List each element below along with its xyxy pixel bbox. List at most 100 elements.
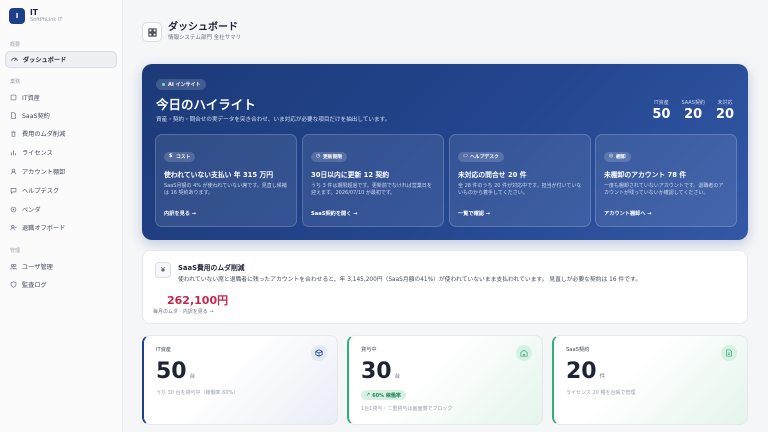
stat-saas-contracts: SAAS契約 20 bbox=[681, 100, 705, 122]
brand-logo: I bbox=[9, 8, 25, 24]
users-icon bbox=[10, 263, 17, 270]
nav-section-business: 業務 bbox=[10, 79, 21, 85]
sidebar-item-label: SaaS契約 bbox=[22, 113, 50, 120]
brand-subtitle: SoftPhLink IT bbox=[30, 17, 63, 23]
tag-inventory: ◎ 棚卸 bbox=[604, 151, 631, 162]
sidebar-item-cost-reduction[interactable]: 費用のムダ削減 bbox=[5, 125, 117, 142]
sidebar-item-label: アカウント棚卸 bbox=[22, 169, 66, 176]
sidebar-item-offboarding[interactable]: 退職オフボード bbox=[5, 219, 117, 236]
tag-helpdesk: ▭ ヘルプデスク bbox=[458, 151, 504, 162]
tag-cost: $ コスト bbox=[164, 151, 196, 162]
insight-card-renewal: ◷ 更新期限 30日以内に更新 12 契約 うち 3 件は期限超過です。更新前でな… bbox=[302, 134, 444, 227]
tag-renewal: ◷ 更新期限 bbox=[311, 151, 348, 162]
sidebar-item-helpdesk[interactable]: ヘルプデスク bbox=[5, 182, 117, 199]
dashboard-icon bbox=[11, 56, 18, 63]
sidebar-item-label: IT資産 bbox=[22, 95, 40, 102]
sidebar-item-label: 監査ログ bbox=[22, 282, 47, 289]
nav-section-admin: 管理 bbox=[10, 248, 21, 254]
insight-card-body: 全 28 件のうち 20 件が対応中です。担当が付いていないものから着手してくだ… bbox=[458, 182, 582, 197]
document-icon bbox=[10, 112, 17, 119]
sidebar-item-vendors[interactable]: ベンダ bbox=[5, 201, 117, 218]
ticket-icon: ▭ bbox=[463, 153, 468, 159]
nav-section-overview: 概要 bbox=[10, 42, 21, 48]
insight-card-body: うち 3 件は期限超過です。更新前でなければ営業日を迎えます。2026/07/1… bbox=[311, 182, 432, 197]
insight-card-title: 未棚卸のアカウント 78 件 bbox=[604, 170, 687, 179]
sidebar-item-licenses[interactable]: ライセンス bbox=[5, 144, 117, 161]
brand[interactable]: I IT SoftPhLink IT bbox=[9, 8, 62, 24]
status-dot-icon bbox=[162, 83, 165, 86]
helpdesk-icon bbox=[10, 187, 17, 194]
offboard-icon bbox=[10, 224, 17, 231]
insight-card-title: 30日以内に更新 12 契約 bbox=[311, 170, 390, 179]
sidebar-item-it-assets[interactable]: IT資産 bbox=[5, 89, 117, 106]
sidebar-item-label: ライセンス bbox=[22, 150, 53, 157]
insight-card-cost: $ コスト 使われていない支払い 年 315 万円 SaaS月額の 4% が使われ… bbox=[155, 134, 297, 227]
highlight-stats: IT資産 50 SAAS契約 20 未対応 20 bbox=[641, 99, 734, 123]
inventory-icon: ◎ bbox=[609, 153, 614, 159]
insight-card-body: SaaS月額の 4% が使われていない席です。見直し候補は 16 契約あります。 bbox=[164, 182, 287, 197]
stat-unresolved: 未対応 20 bbox=[715, 100, 734, 122]
saas-cost-title: SaaS費用のムダ削減 bbox=[178, 264, 245, 272]
kpi-card-it-assets[interactable]: IT資産 50 台 うち 30 台を貸与中（稼働率 60%） bbox=[142, 335, 338, 425]
trend-up-icon: ↗ bbox=[366, 392, 371, 398]
view-list-link[interactable]: 一覧で確認 → bbox=[458, 210, 490, 217]
grid-icon bbox=[142, 22, 162, 42]
monthly-waste-amount: 262,100円 bbox=[167, 294, 229, 307]
cube-icon bbox=[311, 345, 327, 361]
insight-card-body: 一度も棚卸されていないアカウントです。退職者のアカウントが残っていないか確認して… bbox=[604, 182, 724, 197]
insight-card-inventory: ◎ 棚卸 未棚卸のアカウント 78 件 一度も棚卸されていないアカウントです。退職… bbox=[595, 134, 737, 227]
kpi-unit: 件 bbox=[599, 374, 606, 380]
brand-name: IT bbox=[30, 8, 38, 17]
insight-card-title: 使われていない支払い 年 315 万円 bbox=[164, 170, 274, 179]
account-inventory-link[interactable]: アカウント棚卸へ → bbox=[604, 210, 652, 217]
kpi-unit: 台 bbox=[189, 374, 196, 380]
utilization-badge: ↗ 60% 稼働率 bbox=[361, 390, 406, 400]
saas-cost-description: 使われていない席と退職者に残ったアカウントを合わせると、年 3,145,200円… bbox=[178, 277, 642, 283]
kpi-value: 50 bbox=[156, 359, 187, 384]
kpi-value: 20 bbox=[566, 359, 597, 384]
sidebar-item-label: ダッシュボード bbox=[23, 57, 67, 64]
open-saas-contracts-link[interactable]: SaaS契約を開く → bbox=[311, 210, 358, 217]
audit-icon bbox=[10, 281, 17, 288]
kpi-note: ライセンス 20 種を台帳で管理 bbox=[566, 390, 636, 396]
sidebar-item-label: ユーザ管理 bbox=[22, 264, 53, 271]
stat-it-assets: IT資産 50 bbox=[652, 100, 671, 122]
page-title: ダッシュボード bbox=[168, 22, 238, 33]
trash-icon bbox=[10, 130, 17, 137]
sidebar: I IT SoftPhLink IT 概要 ダッシュボード 業務 IT資産 Sa… bbox=[0, 0, 123, 432]
saas-cost-panel: ¥ SaaS費用のムダ削減 使われていない席と退職者に残ったアカウントを合わせる… bbox=[142, 250, 748, 324]
kpi-card-saas-contracts[interactable]: SaaS契約 20 件 ライセンス 20 種を台帳で管理 bbox=[552, 335, 748, 425]
clock-icon: ◷ bbox=[316, 153, 321, 159]
asset-icon bbox=[10, 94, 17, 101]
sidebar-item-audit-log[interactable]: 監査ログ bbox=[5, 276, 117, 293]
kpi-unit: 台 bbox=[394, 374, 401, 380]
ai-insight-badge: AI インサイト bbox=[156, 79, 207, 90]
sidebar-item-dashboard[interactable]: ダッシュボード bbox=[5, 51, 117, 68]
yen-icon: ¥ bbox=[155, 262, 171, 278]
page-subtitle: 情報システム部門 全社サマリ bbox=[168, 35, 242, 41]
insight-card-helpdesk: ▭ ヘルプデスク 未対応の問合せ 20 件 全 28 件のうち 20 件が対応中で… bbox=[449, 134, 591, 227]
view-breakdown-link[interactable]: 内訳を見る → bbox=[164, 210, 196, 217]
kpi-note: うち 30 台を貸与中（稼働率 60%） bbox=[156, 390, 239, 396]
highlight-title: 今日のハイライト bbox=[156, 97, 256, 112]
monthly-waste-link[interactable]: 毎月のムダ · 内訳を見る → bbox=[153, 308, 214, 315]
sidebar-item-label: 退職オフボード bbox=[22, 225, 66, 232]
kpi-value: 30 bbox=[361, 359, 392, 384]
highlight-panel: AI インサイト 今日のハイライト 資産・契約・問合せの実データを突き合わせ、い… bbox=[142, 64, 748, 240]
sidebar-item-saas-contracts[interactable]: SaaS契約 bbox=[5, 107, 117, 124]
sidebar-item-account-inventory[interactable]: アカウント棚卸 bbox=[5, 163, 117, 180]
page-header: ダッシュボード 情報システム部門 全社サマリ bbox=[142, 22, 241, 42]
highlight-description: 資産・契約・問合せの実データを突き合わせ、いま対応が必要な項目だけを抽出していま… bbox=[156, 117, 391, 123]
vendor-icon bbox=[10, 206, 17, 213]
kpi-label: IT資産 bbox=[156, 347, 172, 353]
sidebar-item-user-management[interactable]: ユーザ管理 bbox=[5, 258, 117, 275]
building-icon bbox=[516, 345, 532, 361]
sidebar-item-label: 費用のムダ削減 bbox=[22, 131, 66, 138]
sidebar-item-label: ヘルプデスク bbox=[22, 188, 60, 195]
cost-icon: $ bbox=[169, 153, 173, 159]
kpi-label: SaaS契約 bbox=[566, 347, 590, 353]
kpi-card-on-loan[interactable]: 貸与中 30 台 ↗ 60% 稼働率 1台1貸与・二重貸与は画面側でブロック bbox=[347, 335, 543, 425]
insight-card-title: 未対応の問合せ 20 件 bbox=[458, 170, 527, 179]
chart-icon bbox=[10, 149, 17, 156]
document-icon bbox=[721, 345, 737, 361]
